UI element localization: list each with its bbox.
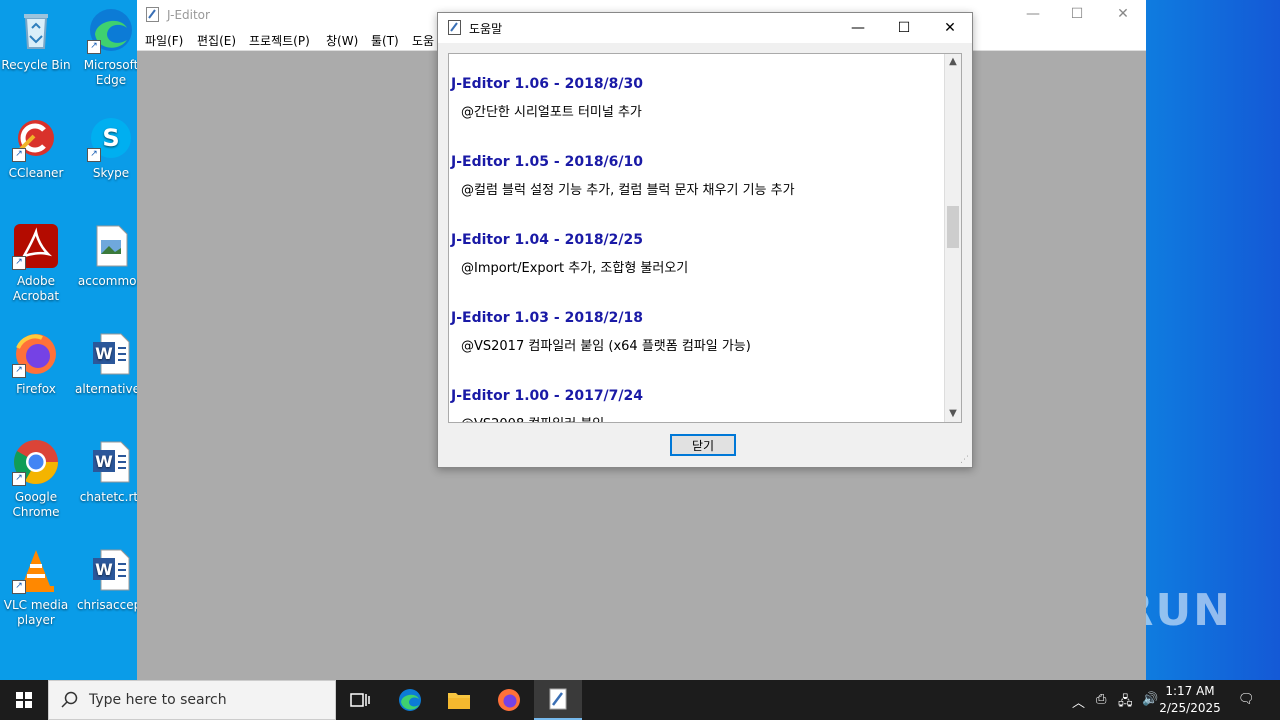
changelog-entry: J-Editor 1.03 - 2018/2/18 @VS2017 컴파일러 붙… <box>451 310 751 354</box>
entry-version: J-Editor 1.06 - 2018/8/30 <box>451 76 644 92</box>
taskbar-search-box[interactable]: Type here to search <box>48 680 336 720</box>
desktop-icon-label: Adobe Acrobat <box>12 274 60 303</box>
entry-version: J-Editor 1.05 - 2018/6/10 <box>451 154 644 170</box>
taskbar-clock[interactable]: 1:17 AM 2/25/2025 <box>1158 683 1222 717</box>
shortcut-arrow-icon: ↗ <box>12 148 26 162</box>
desktop-icon-label: CCleaner <box>8 166 64 180</box>
shortcut-arrow-icon: ↗ <box>12 364 26 378</box>
menu-tools[interactable]: 툴(T) <box>371 32 399 49</box>
desktop-icon-label: VLC media player <box>3 598 69 627</box>
taskbar-file-explorer[interactable] <box>435 680 483 720</box>
clock-date: 2/25/2025 <box>1159 701 1221 715</box>
entry-version: J-Editor 1.00 - 2017/7/24 <box>451 388 644 404</box>
resize-grip-icon[interactable]: ⋰ <box>960 455 970 465</box>
scroll-down-icon[interactable]: ▼ <box>945 406 961 422</box>
dialog-maximize-icon[interactable]: ☐ <box>881 13 927 43</box>
search-placeholder: Type here to search <box>89 692 227 708</box>
tray-device-icon[interactable]: ⎙ <box>1096 692 1106 707</box>
dialog-title: 도움말 <box>469 22 503 36</box>
taskbar: Type here to search ︿ ⎙ 🖧 🔊 1:17 AM 2/25… <box>0 680 1280 720</box>
task-view-icon <box>350 693 370 707</box>
main-window-title: J-Editor <box>167 8 210 22</box>
entry-description: @간단한 시리얼포트 터미널 추가 <box>461 105 642 120</box>
firefox-icon <box>498 689 520 711</box>
svg-text:S: S <box>102 124 119 152</box>
desktop-icon-recycle-bin[interactable]: Recycle Bin <box>0 6 72 73</box>
vlc-cone-icon: ↗ <box>12 546 60 594</box>
changelog-entry: J-Editor 1.06 - 2018/8/30 @간단한 시리얼포트 터미널… <box>451 76 643 120</box>
svg-text:W: W <box>95 560 113 579</box>
svg-text:W: W <box>95 344 113 363</box>
entry-version: J-Editor 1.04 - 2018/2/25 <box>451 232 644 248</box>
entry-description: @컬럼 블럭 설정 기능 추가, 컬럼 블럭 문자 채우기 기능 추가 <box>461 183 795 198</box>
menu-window[interactable]: 창(W) <box>326 32 358 49</box>
entry-description: @VS2008 컴파일러 붙임 <box>461 413 643 422</box>
maximize-icon[interactable]: ☐ <box>1067 6 1087 22</box>
help-dialog: 도움말 — ☐ ✕ J-Editor 1.06 - 2018/8/30 @간단한… <box>437 12 973 468</box>
chrome-icon: ↗ <box>12 438 60 486</box>
skype-icon: S ↗ <box>87 114 135 162</box>
firefox-icon: ↗ <box>12 330 60 378</box>
vertical-scrollbar[interactable]: ▲ ▼ <box>944 54 961 422</box>
changelog-entry: J-Editor 1.04 - 2018/2/25 @Import/Export… <box>451 232 688 276</box>
dialog-close-icon[interactable]: ✕ <box>927 13 973 43</box>
desktop-icon-label: Firefox <box>16 382 56 396</box>
desktop-icon-google-chrome[interactable]: ↗ Google Chrome <box>0 438 72 520</box>
desktop-icon-label: Google Chrome <box>12 490 60 519</box>
taskbar-j-editor[interactable] <box>534 680 582 720</box>
windows-logo-icon <box>16 692 32 708</box>
taskbar-edge[interactable] <box>386 680 434 720</box>
menu-help[interactable]: 도움 <box>412 32 434 49</box>
menu-project[interactable]: 프로젝트(P) <box>249 32 310 49</box>
dialog-app-icon <box>448 20 461 35</box>
desktop-icon-adobe-acrobat[interactable]: ↗ Adobe Acrobat <box>0 222 72 304</box>
j-editor-app-icon <box>146 7 159 22</box>
shortcut-arrow-icon: ↗ <box>87 40 101 54</box>
menu-file[interactable]: 파일(F) <box>145 32 183 49</box>
folder-icon <box>448 693 470 709</box>
dialog-titlebar[interactable]: 도움말 — ☐ ✕ <box>438 13 972 43</box>
task-view-button[interactable] <box>336 680 384 720</box>
shortcut-arrow-icon: ↗ <box>87 148 101 162</box>
network-icon[interactable]: 🖧 <box>1118 692 1133 714</box>
dialog-minimize-icon[interactable]: — <box>835 13 881 43</box>
shortcut-arrow-icon: ↗ <box>12 472 26 486</box>
changelog-entry: J-Editor 1.05 - 2018/6/10 @컬럼 블럭 설정 기능 추… <box>451 154 795 198</box>
desktop-icon-ccleaner[interactable]: ↗ CCleaner <box>0 114 72 181</box>
shortcut-arrow-icon: ↗ <box>12 580 26 594</box>
desktop-icon-vlc[interactable]: ↗ VLC media player <box>0 546 72 628</box>
changelog-entry: J-Editor 1.00 - 2017/7/24 @VS2008 컴파일러 붙… <box>451 388 644 422</box>
menu-edit[interactable]: 편집(E) <box>197 32 236 49</box>
start-button[interactable] <box>0 680 48 720</box>
close-button[interactable]: 닫기 <box>670 434 736 456</box>
volume-icon[interactable]: 🔊 <box>1142 692 1158 707</box>
entry-description: @Import/Export 추가, 조합형 불러오기 <box>461 261 689 276</box>
recycle-bin-icon <box>12 6 60 54</box>
image-file-icon <box>87 222 135 270</box>
scroll-up-icon[interactable]: ▲ <box>945 54 961 70</box>
tray-chevron-up-icon[interactable]: ︿ <box>1072 692 1085 711</box>
desktop-icon-label: Recycle Bin <box>1 58 71 72</box>
edge-icon: ↗ <box>87 6 135 54</box>
entry-version: J-Editor 1.03 - 2018/2/18 <box>451 310 644 326</box>
edge-icon <box>399 689 421 711</box>
adobe-acrobat-icon: ↗ <box>12 222 60 270</box>
close-icon[interactable]: ✕ <box>1113 6 1133 22</box>
svg-text:W: W <box>95 452 113 471</box>
word-document-icon: W <box>87 438 135 486</box>
word-document-icon: W <box>87 330 135 378</box>
word-document-icon: W <box>87 546 135 594</box>
entry-description: @VS2017 컴파일러 붙임 (x64 플랫폼 컴파일 가능) <box>461 339 751 354</box>
search-icon <box>61 691 78 708</box>
changelog-content[interactable]: J-Editor 1.06 - 2018/8/30 @간단한 시리얼포트 터미널… <box>448 53 962 423</box>
clock-time: 1:17 AM <box>1165 684 1215 698</box>
notification-icon[interactable]: 🗨 <box>1238 692 1255 707</box>
minimize-icon[interactable]: — <box>1023 6 1043 22</box>
desktop-icon-firefox[interactable]: ↗ Firefox <box>0 330 72 397</box>
scroll-thumb[interactable] <box>947 206 959 248</box>
ccleaner-icon: ↗ <box>12 114 60 162</box>
shortcut-arrow-icon: ↗ <box>12 256 26 270</box>
taskbar-firefox[interactable] <box>485 680 533 720</box>
j-editor-icon <box>549 688 567 710</box>
